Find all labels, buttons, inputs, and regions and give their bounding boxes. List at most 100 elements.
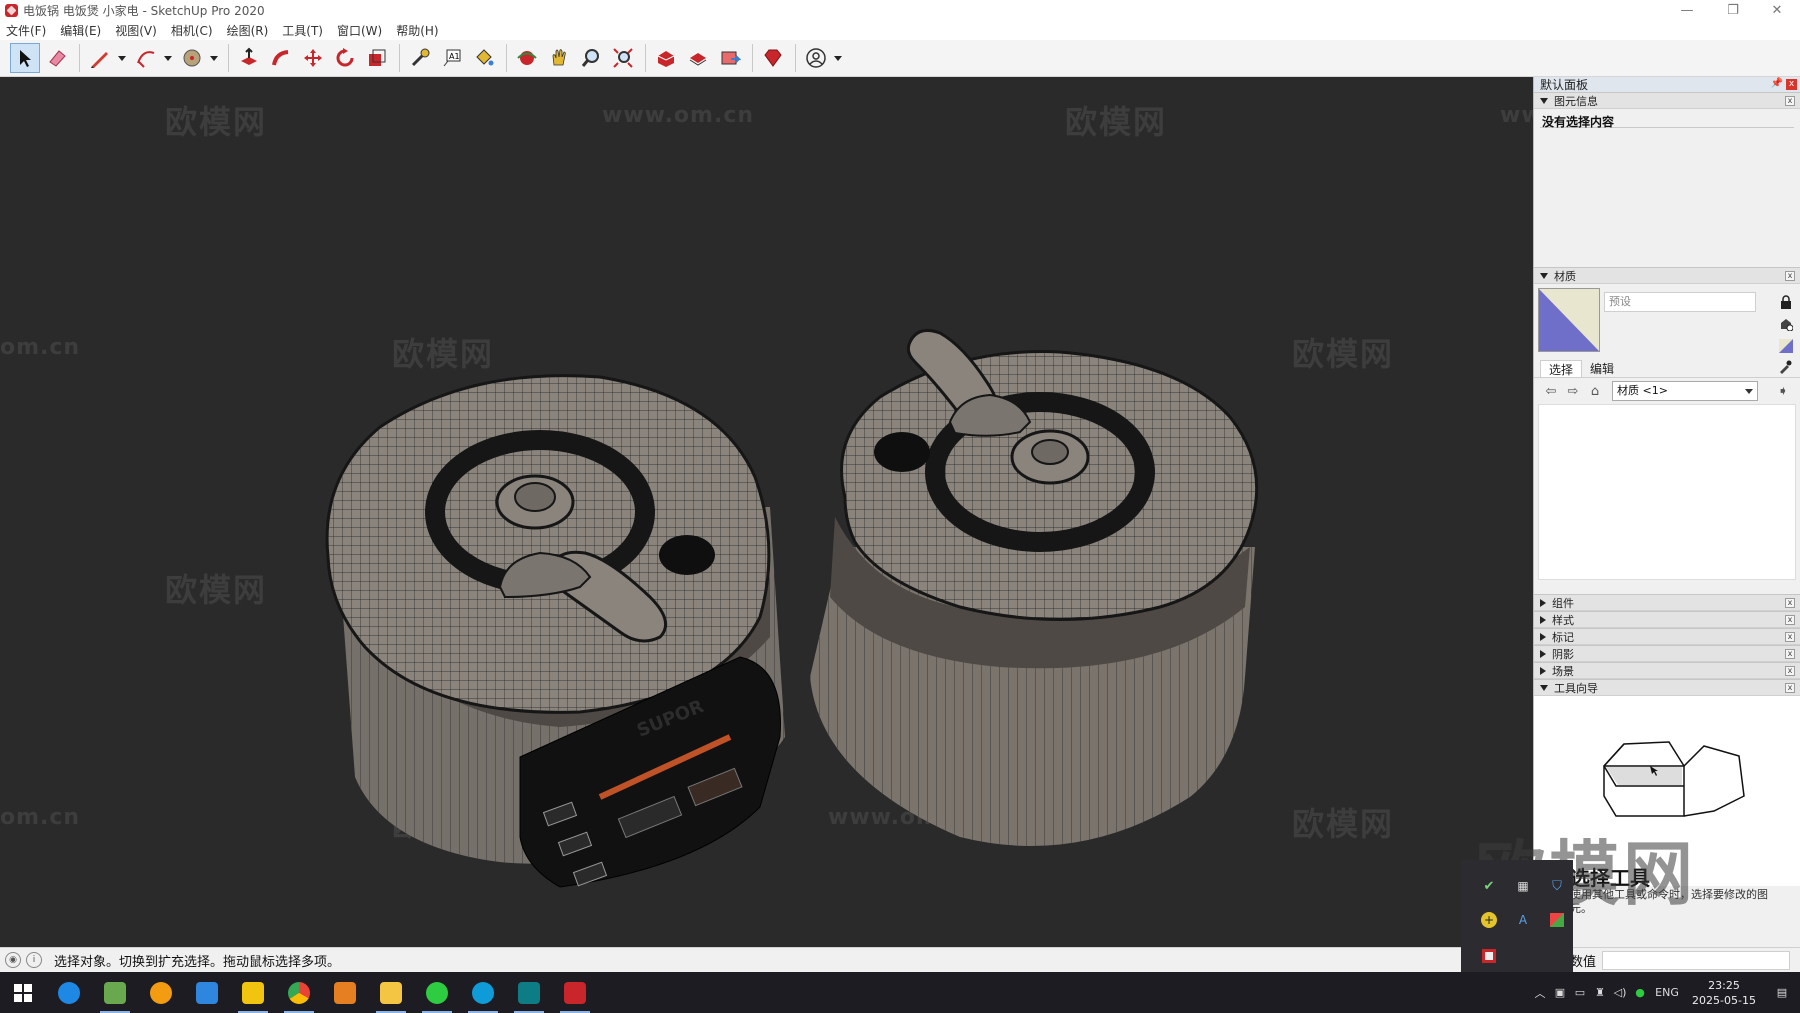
tags-header[interactable]: 标记 x (1534, 628, 1800, 645)
taskbar-video[interactable] (230, 972, 276, 1013)
move-tool-button[interactable] (298, 43, 328, 73)
close-section-icon[interactable]: x (1785, 96, 1795, 106)
network-icon[interactable]: ▦ (1513, 876, 1533, 896)
eraser-tool-button[interactable] (42, 43, 72, 73)
shadows-header[interactable]: 阴影 x (1534, 645, 1800, 662)
chevron-up-icon[interactable]: ︿ (1530, 972, 1550, 1013)
scale-tool-button[interactable] (362, 43, 392, 73)
line-tool-dropdown[interactable] (117, 43, 127, 73)
menu-edit[interactable]: 编辑(E) (60, 21, 101, 40)
add-app-icon[interactable]: + (1479, 910, 1499, 930)
rotate-tool-button[interactable] (330, 43, 360, 73)
minimize-button[interactable]: — (1664, 0, 1710, 20)
close-button[interactable]: ✕ (1754, 0, 1800, 20)
zoom-tool-button[interactable] (576, 43, 606, 73)
create-material-icon[interactable] (1778, 316, 1794, 332)
close-section-icon[interactable]: x (1785, 683, 1795, 693)
menu-draw[interactable]: 绘图(R) (227, 21, 269, 40)
zoom-extents-tool-button[interactable] (608, 43, 638, 73)
materials-header[interactable]: 材质 x (1534, 267, 1800, 284)
network-icon[interactable]: ▣ (1550, 972, 1570, 1013)
close-section-icon[interactable]: x (1785, 632, 1795, 642)
menu-window[interactable]: 窗口(W) (337, 21, 382, 40)
material-library-select[interactable]: 材质 <1> (1612, 381, 1758, 401)
font-app-icon[interactable]: A (1513, 910, 1533, 930)
menu-view[interactable]: 视图(V) (115, 21, 157, 40)
app-tray-icon[interactable] (1479, 946, 1499, 966)
arc-tool-button[interactable] (131, 43, 161, 73)
clock[interactable]: 23:25 2025-05-15 (1684, 978, 1764, 1008)
security-shield-icon[interactable]: ⛉ (1547, 876, 1567, 896)
pan-tool-button[interactable] (544, 43, 574, 73)
material-swatch[interactable] (1538, 288, 1600, 352)
menu-tools[interactable]: 工具(T) (282, 21, 323, 40)
styles-header[interactable]: 样式 x (1534, 611, 1800, 628)
taskbar-3dsmax[interactable] (506, 972, 552, 1013)
taskbar-media[interactable] (138, 972, 184, 1013)
forward-arrow-icon[interactable]: ⇨ (1564, 382, 1582, 400)
account-button[interactable] (801, 43, 831, 73)
close-section-icon[interactable]: x (1785, 649, 1795, 659)
send-to-layout-button[interactable] (715, 43, 745, 73)
instructor-header[interactable]: 工具向导 x (1534, 679, 1800, 696)
orbit-tool-button[interactable] (512, 43, 542, 73)
wechat-tray-icon[interactable]: ● (1630, 972, 1650, 1013)
material-list[interactable] (1538, 404, 1796, 580)
taskbar-minecraft[interactable] (92, 972, 138, 1013)
tab-edit[interactable]: 编辑 (1582, 360, 1622, 377)
arc-tool-dropdown[interactable] (163, 43, 173, 73)
check-icon[interactable]: ✔ (1479, 876, 1499, 896)
scenes-header[interactable]: 场景 x (1534, 662, 1800, 679)
select-tool-button[interactable] (10, 43, 40, 73)
eyedropper-icon[interactable] (1778, 360, 1792, 377)
restore-button[interactable]: ❐ (1710, 0, 1756, 20)
shape-tool-dropdown[interactable] (209, 43, 219, 73)
material-name-field[interactable]: 预设 (1604, 292, 1756, 312)
taskbar-ie[interactable] (46, 972, 92, 1013)
taskbar-chrome[interactable] (276, 972, 322, 1013)
close-section-icon[interactable]: x (1785, 271, 1795, 281)
3d-viewport[interactable]: 欧模网 www.om.cn 欧模网 www.om.cn om.cn 欧模网 欧模… (0, 77, 1533, 947)
entity-info-header[interactable]: 图元信息 x (1534, 92, 1800, 109)
colorful-app-icon[interactable] (1547, 910, 1567, 930)
details-arrow-icon[interactable]: ➧ (1774, 382, 1792, 400)
3d-warehouse-button[interactable] (651, 43, 681, 73)
close-section-icon[interactable]: x (1785, 615, 1795, 625)
input-language[interactable]: ENG (1650, 972, 1684, 1013)
default-material-icon[interactable] (1778, 338, 1794, 354)
taskbar-shield[interactable] (184, 972, 230, 1013)
close-section-icon[interactable]: x (1785, 598, 1795, 608)
display-icon[interactable]: ▭ (1570, 972, 1590, 1013)
usb-icon[interactable]: ♜ (1590, 972, 1610, 1013)
account-dropdown[interactable] (833, 43, 843, 73)
taskbar-edge[interactable] (460, 972, 506, 1013)
tray-close-button[interactable]: x (1786, 79, 1797, 90)
info-icon[interactable]: i (26, 952, 42, 968)
taskbar-wechat[interactable] (414, 972, 460, 1013)
push-pull-tool-button[interactable] (234, 43, 264, 73)
geolocation-icon[interactable]: ◉ (5, 952, 21, 968)
taskbar-explorer[interactable] (368, 972, 414, 1013)
text-tool-button[interactable]: A1 (437, 43, 467, 73)
pin-icon[interactable]: 📌 (1771, 78, 1783, 89)
close-section-icon[interactable]: x (1785, 666, 1795, 676)
notification-icon[interactable]: ▤ (1764, 972, 1800, 1013)
shape-tool-button[interactable] (177, 43, 207, 73)
taskbar-sketchup[interactable] (552, 972, 598, 1013)
volume-icon[interactable]: ◁) (1610, 972, 1630, 1013)
follow-me-tool-button[interactable] (266, 43, 296, 73)
tab-select[interactable]: 选择 (1540, 360, 1583, 377)
back-arrow-icon[interactable]: ⇦ (1542, 382, 1560, 400)
line-tool-button[interactable] (85, 43, 115, 73)
extension-warehouse-button[interactable] (683, 43, 713, 73)
measurements-input[interactable] (1602, 950, 1791, 970)
menu-help[interactable]: 帮助(H) (396, 21, 438, 40)
paint-bucket-tool-button[interactable] (469, 43, 499, 73)
components-header[interactable]: 组件 x (1534, 594, 1800, 611)
tape-measure-tool-button[interactable] (405, 43, 435, 73)
start-button[interactable] (0, 972, 46, 1013)
ruby-console-button[interactable] (758, 43, 788, 73)
menu-file[interactable]: 文件(F) (6, 21, 46, 40)
lock-icon[interactable] (1778, 294, 1794, 310)
home-icon[interactable]: ⌂ (1586, 382, 1604, 400)
